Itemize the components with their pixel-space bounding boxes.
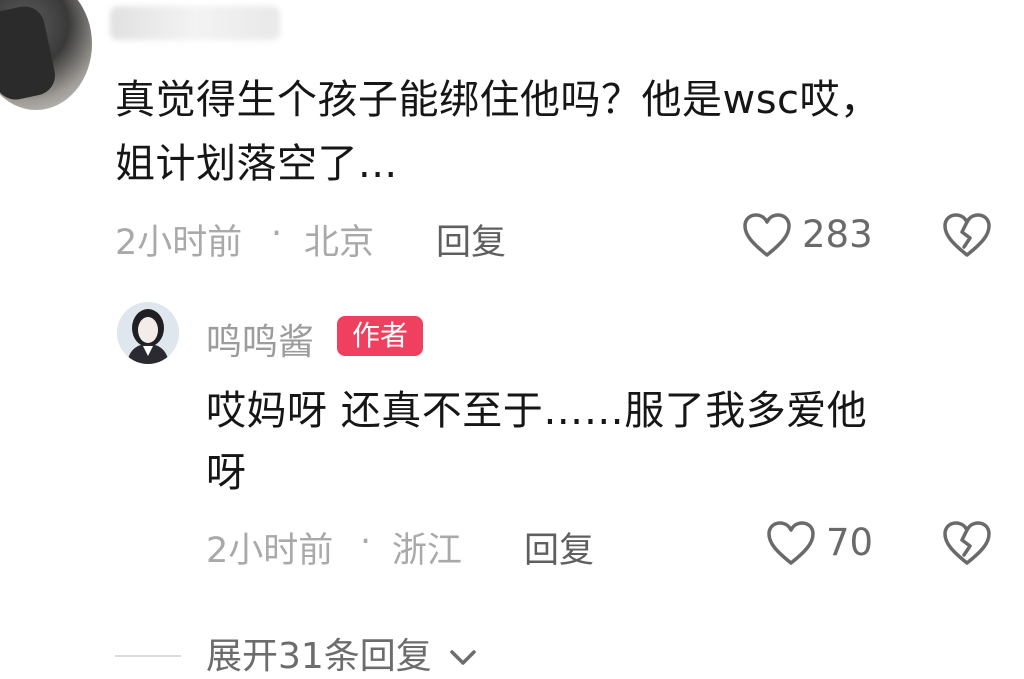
comment-meta-separator: · — [271, 214, 283, 254]
commenter-avatar[interactable] — [0, 0, 92, 110]
comment-reply-button[interactable]: 回复 — [436, 214, 506, 265]
heart-outline-icon[interactable] — [766, 521, 816, 567]
author-badge: 作者 — [337, 316, 423, 356]
author-reply-location: 浙江 — [392, 531, 463, 571]
author-reply-time: 2小时前 — [206, 531, 334, 571]
author-reply-text-line-1: 哎妈呀 还真不至于……服了我多爱他 — [206, 388, 868, 434]
author-reply-meta-separator: · — [360, 522, 372, 562]
author-avatar[interactable] — [117, 302, 179, 364]
expand-divider-line — [115, 655, 181, 657]
expand-replies-button[interactable]: 展开31条回复 — [206, 627, 477, 679]
commenter-name-blurred — [110, 6, 280, 40]
comment-time: 2小时前 — [115, 223, 243, 263]
comment-like-count: 283 — [802, 213, 873, 256]
broken-heart-icon[interactable] — [942, 213, 992, 259]
comment-text-line-1: 真觉得生个孩子能绑住他吗？他是wsc哎， — [115, 77, 881, 123]
author-reply-text-line-2: 呀 — [206, 450, 247, 496]
comment-location: 北京 — [304, 223, 375, 263]
heart-outline-icon[interactable] — [742, 213, 792, 259]
author-reply-like-count: 70 — [826, 521, 874, 564]
chevron-down-icon — [449, 649, 477, 667]
broken-heart-icon[interactable] — [942, 521, 992, 567]
author-reply-reply-button[interactable]: 回复 — [524, 522, 594, 573]
expand-replies-label: 展开31条回复 — [206, 636, 432, 677]
comment-text-line-2: 姐计划落空了... — [115, 141, 398, 187]
author-name[interactable]: 鸣鸣酱 — [206, 313, 314, 365]
